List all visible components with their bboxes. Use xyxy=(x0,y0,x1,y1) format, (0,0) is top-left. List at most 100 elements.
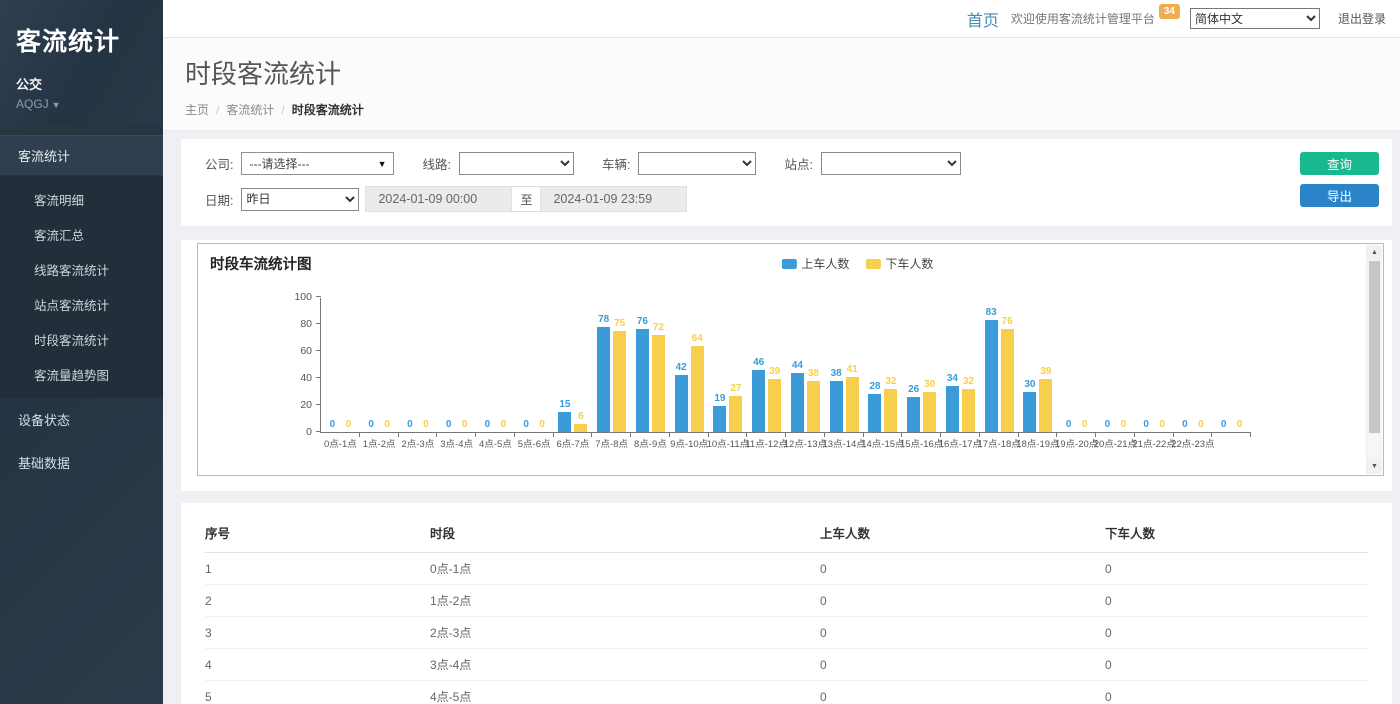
app-window: 客流统计 公交 AQGJ▼ 客流统计 客流明细客流汇总线路客流统计站点客流统计时… xyxy=(0,0,1400,704)
chart-categories: 000点-1点001点-2点002点-3点003点-4点004点-5点005点-… xyxy=(321,298,1251,432)
x-axis-category-label: 22点-23点 xyxy=(1171,436,1214,450)
bar-value-label: 32 xyxy=(963,376,974,387)
company-name: 公交 xyxy=(16,74,147,93)
chart-category-group: 0021点-22点 xyxy=(1135,298,1174,432)
chart-bar: 46 xyxy=(752,370,765,432)
chart-title: 时段车流统计图 xyxy=(210,253,312,274)
chart-bar: 76 xyxy=(1001,329,1014,432)
sidebar-subitem[interactable]: 线路客流统计 xyxy=(0,252,163,287)
vehicle-select[interactable] xyxy=(638,152,756,175)
chart-bar: 39 xyxy=(768,379,781,432)
x-axis-category-label: 6点-7点 xyxy=(557,436,590,450)
y-axis-tick-label: 0 xyxy=(282,426,312,438)
language-select[interactable]: 简体中文 xyxy=(1190,8,1320,29)
bar-value-label: 32 xyxy=(885,376,896,387)
chart-scrollbar[interactable]: ▲ ▼ xyxy=(1366,245,1382,474)
sidebar-item-passenger-stats[interactable]: 客流统计 xyxy=(0,135,163,176)
breadcrumb-link[interactable]: 主页 xyxy=(185,103,209,117)
x-axis-tick-mark xyxy=(1250,432,1251,437)
bar-value-label: 0 xyxy=(423,419,429,430)
welcome-text: 欢迎使用客流统计管理平台 xyxy=(1011,10,1155,27)
date-start-input[interactable]: 2024-01-09 00:00 xyxy=(365,186,512,212)
chart-category-group: 303918点-19点 xyxy=(1019,298,1058,432)
chart-category-group: 004点-5点 xyxy=(476,298,515,432)
x-axis-category-label: 17点-18点 xyxy=(977,436,1020,450)
chart-category-group: 263015点-16点 xyxy=(902,298,941,432)
table-cell: 2点-3点 xyxy=(430,617,820,649)
bar-value-label: 75 xyxy=(614,318,625,329)
x-axis-category-label: 3点-4点 xyxy=(440,436,473,450)
chart-section: 时段车流统计图 上车人数下车人数 020406080100000点-1点001点… xyxy=(181,240,1392,491)
table-row: 10点-1点00 xyxy=(205,553,1368,585)
bar-value-label: 34 xyxy=(947,373,958,384)
company-select[interactable]: ---请选择--- ▼ xyxy=(241,152,394,175)
table-column-header: 下车人数 xyxy=(1105,512,1368,553)
bar-value-label: 26 xyxy=(908,384,919,395)
chart-bar: 15 xyxy=(558,412,571,432)
table-cell: 0 xyxy=(1105,649,1368,681)
app-logo: 客流统计 xyxy=(16,22,147,58)
breadcrumb-separator: / xyxy=(216,103,219,117)
bar-value-label: 0 xyxy=(368,419,374,430)
chart-category-group: 78757点-8点 xyxy=(592,298,631,432)
line-select[interactable] xyxy=(459,152,574,175)
sidebar-subitem[interactable]: 时段客流统计 xyxy=(0,322,163,357)
table-cell: 1 xyxy=(205,553,430,585)
bar-value-label: 0 xyxy=(446,419,452,430)
table-row: 21点-2点00 xyxy=(205,585,1368,617)
y-axis-tick-label: 20 xyxy=(282,399,312,411)
chart-category-group: 0020点-21点 xyxy=(1096,298,1135,432)
sidebar-menu: 客流统计 客流明细客流汇总线路客流统计站点客流统计时段客流统计客流量趋势图 设备… xyxy=(0,135,163,484)
breadcrumb: 主页/客流统计/时段客流统计 xyxy=(185,101,1378,118)
sidebar: 客流统计 公交 AQGJ▼ 客流统计 客流明细客流汇总线路客流统计站点客流统计时… xyxy=(0,0,163,704)
sidebar-item[interactable]: 基础数据 xyxy=(0,441,163,484)
sidebar-item[interactable]: 设备状态 xyxy=(0,398,163,441)
x-axis-category-label: 12点-13点 xyxy=(784,436,827,450)
scroll-up-icon[interactable]: ▲ xyxy=(1367,245,1382,260)
chart-category-group: 0022点-23点 xyxy=(1174,298,1213,432)
chart-category-group: 443812点-13点 xyxy=(786,298,825,432)
chart-legend: 上车人数下车人数 xyxy=(781,255,933,272)
x-axis-category-label: 21点-22点 xyxy=(1132,436,1175,450)
legend-swatch xyxy=(781,259,796,269)
date-end-input[interactable]: 2024-01-09 23:59 xyxy=(540,186,687,212)
home-link[interactable]: 首页 xyxy=(967,7,999,31)
bar-value-label: 41 xyxy=(847,364,858,375)
x-axis-category-label: 20点-21点 xyxy=(1094,436,1137,450)
sidebar-subitem[interactable]: 站点客流统计 xyxy=(0,287,163,322)
chart-bar: 83 xyxy=(985,320,998,432)
bar-value-label: 76 xyxy=(1002,316,1013,327)
scrollbar-thumb[interactable] xyxy=(1369,261,1380,433)
x-axis-category-label: 0点-1点 xyxy=(324,436,357,450)
export-button[interactable]: 导出 xyxy=(1300,184,1379,207)
chart-category-group: 003点-4点 xyxy=(437,298,476,432)
filter-row-1: 公司: ---请选择--- ▼ 线路: 车辆: 站点: xyxy=(205,152,1376,175)
bar-value-label: 72 xyxy=(653,322,664,333)
chart-bar: 44 xyxy=(791,373,804,432)
sidebar-subitem[interactable]: 客流汇总 xyxy=(0,217,163,252)
bar-value-label: 0 xyxy=(485,419,491,430)
sidebar-subitem[interactable]: 客流明细 xyxy=(0,182,163,217)
breadcrumb-link[interactable]: 客流统计 xyxy=(226,103,274,117)
breadcrumb-current: 时段客流统计 xyxy=(292,103,364,117)
bar-value-label: 78 xyxy=(598,314,609,325)
logout-link[interactable]: 退出登录 xyxy=(1338,10,1386,27)
scroll-down-icon[interactable]: ▼ xyxy=(1367,459,1382,474)
y-axis-tick-label: 40 xyxy=(282,372,312,384)
chart-bar: 30 xyxy=(923,392,936,433)
topbar: 首页 欢迎使用客流统计管理平台 34 简体中文 退出登录 xyxy=(163,0,1400,38)
x-axis-category-label: 15点-16点 xyxy=(900,436,943,450)
bar-value-label: 0 xyxy=(1082,419,1088,430)
table-row: 54点-5点00 xyxy=(205,681,1368,704)
chart-category-group: 384113点-14点 xyxy=(825,298,864,432)
table-cell: 1点-2点 xyxy=(430,585,820,617)
bar-value-label: 30 xyxy=(924,379,935,390)
date-preset-select[interactable]: 昨日 xyxy=(241,188,359,211)
chart-category-group: 192710点-11点 xyxy=(709,298,748,432)
search-button[interactable]: 查询 xyxy=(1300,152,1379,175)
x-axis-tick-mark xyxy=(398,432,399,437)
station-select[interactable] xyxy=(821,152,961,175)
company-code-dropdown[interactable]: AQGJ▼ xyxy=(16,97,147,111)
table-cell: 0点-1点 xyxy=(430,553,820,585)
sidebar-subitem[interactable]: 客流量趋势图 xyxy=(0,357,163,392)
